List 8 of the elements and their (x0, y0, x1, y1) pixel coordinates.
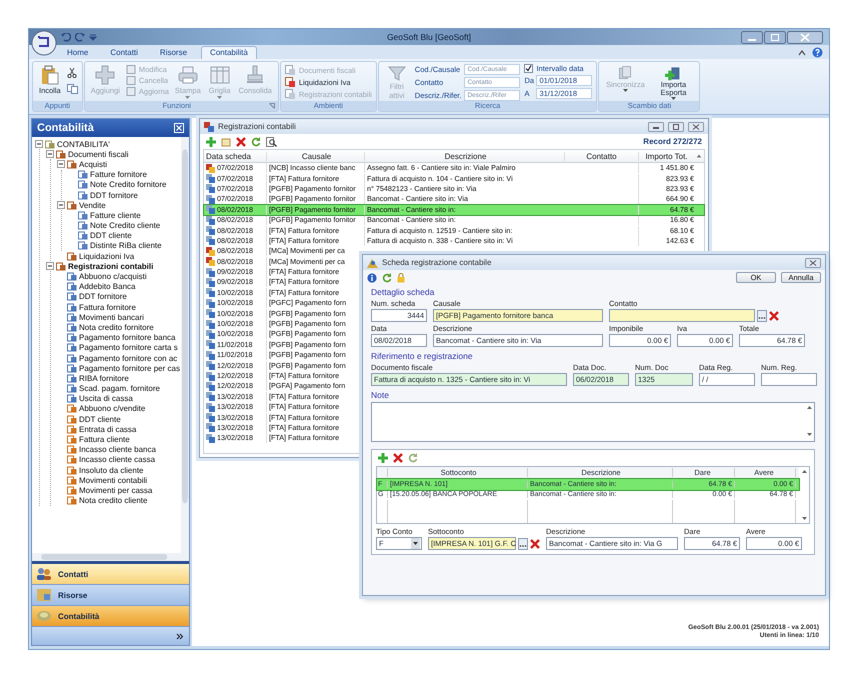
section-title: Note (371, 390, 390, 400)
panel-title: Contabilità (37, 122, 94, 134)
window-title: GeoSoft Blu [GeoSoft] (386, 32, 472, 42)
section-title: Riferimento e registrazione (371, 351, 474, 361)
window-title: Scheda registrazione contabile (382, 258, 492, 267)
window-title: Registrazioni contabili (218, 122, 296, 131)
section-title: Dettaglio scheda (371, 287, 436, 297)
record-counter: Record 272/272 (643, 137, 702, 146)
